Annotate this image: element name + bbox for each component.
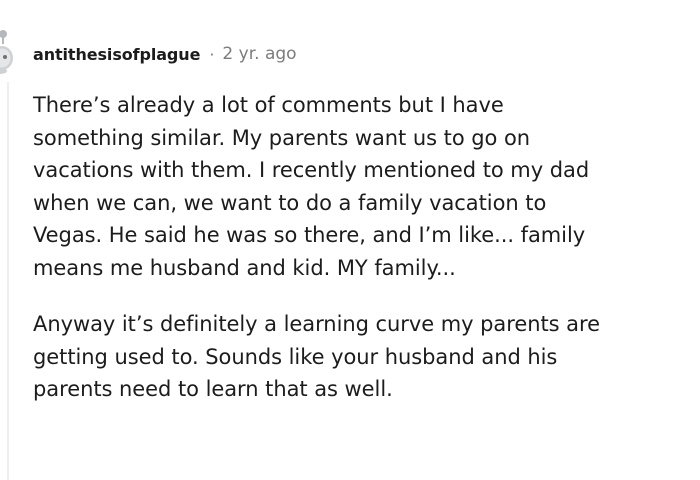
comment-line: There’s already a lot of comments but I … xyxy=(33,93,504,117)
comment-line: means me husband and kid. MY family... xyxy=(33,255,456,280)
comment-line: when we can, we want to do a family vaca… xyxy=(33,190,547,215)
comment-line: vacations with them. I recently mentione… xyxy=(33,158,590,182)
meta-separator: · xyxy=(209,44,215,64)
comment-header: antithesisofplague · 2 yr. ago xyxy=(33,42,297,66)
comment-line: Vegas. He said he was so there, and I’m … xyxy=(33,223,586,247)
author-link[interactable]: antithesisofplague xyxy=(33,45,200,64)
timestamp[interactable]: 2 yr. ago xyxy=(222,44,296,64)
snoo-avatar-icon[interactable] xyxy=(0,28,14,74)
comment-paragraph: Anyway it’s definitely a learning curve … xyxy=(33,308,695,406)
thread-line[interactable] xyxy=(7,82,9,480)
comment-body: There’s already a lot of comments but I … xyxy=(33,89,695,406)
comment: antithesisofplague · 2 yr. ago There’s a… xyxy=(0,0,700,480)
comment-line: parents need to learn that as well. xyxy=(33,377,393,401)
comment-line: something similar. My parents want us to… xyxy=(33,125,531,150)
comment-line: getting used to. Sounds like your husban… xyxy=(33,344,558,369)
comment-line: Anyway it’s definitely a learning curve … xyxy=(33,312,600,336)
comment-paragraph: There’s already a lot of comments but I … xyxy=(33,89,695,284)
